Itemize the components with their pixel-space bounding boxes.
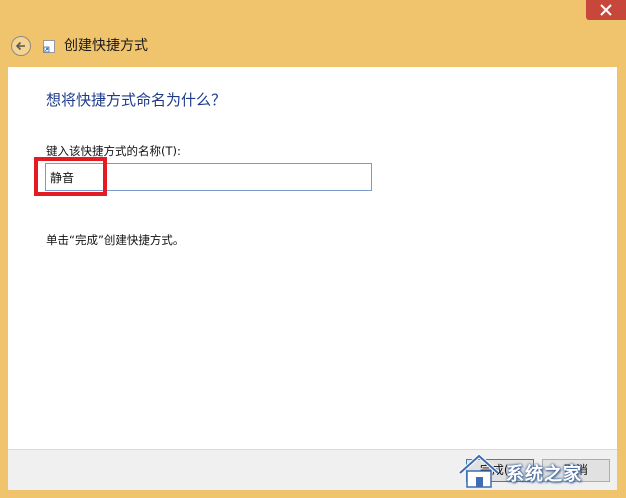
- close-icon: [600, 4, 612, 16]
- close-button[interactable]: [586, 0, 626, 20]
- back-button[interactable]: [11, 36, 31, 56]
- cancel-button[interactable]: 取消: [542, 459, 610, 482]
- shortcut-name-input[interactable]: [45, 163, 372, 191]
- shortcut-icon: [43, 40, 55, 53]
- window-title: 创建快捷方式: [64, 38, 148, 54]
- page-heading: 想将快捷方式命名为什么？: [46, 91, 227, 109]
- wizard-window: 创建快捷方式 想将快捷方式命名为什么？ 键入该快捷方式的名称(T): 单击“完成…: [0, 0, 626, 498]
- wizard-content: [8, 67, 617, 449]
- finish-hint-text: 单击“完成”创建快捷方式。: [46, 233, 185, 247]
- back-arrow-icon: [15, 41, 25, 51]
- shortcut-name-label: 键入该快捷方式的名称(T):: [46, 144, 181, 158]
- finish-button[interactable]: 完成(F): [466, 459, 534, 482]
